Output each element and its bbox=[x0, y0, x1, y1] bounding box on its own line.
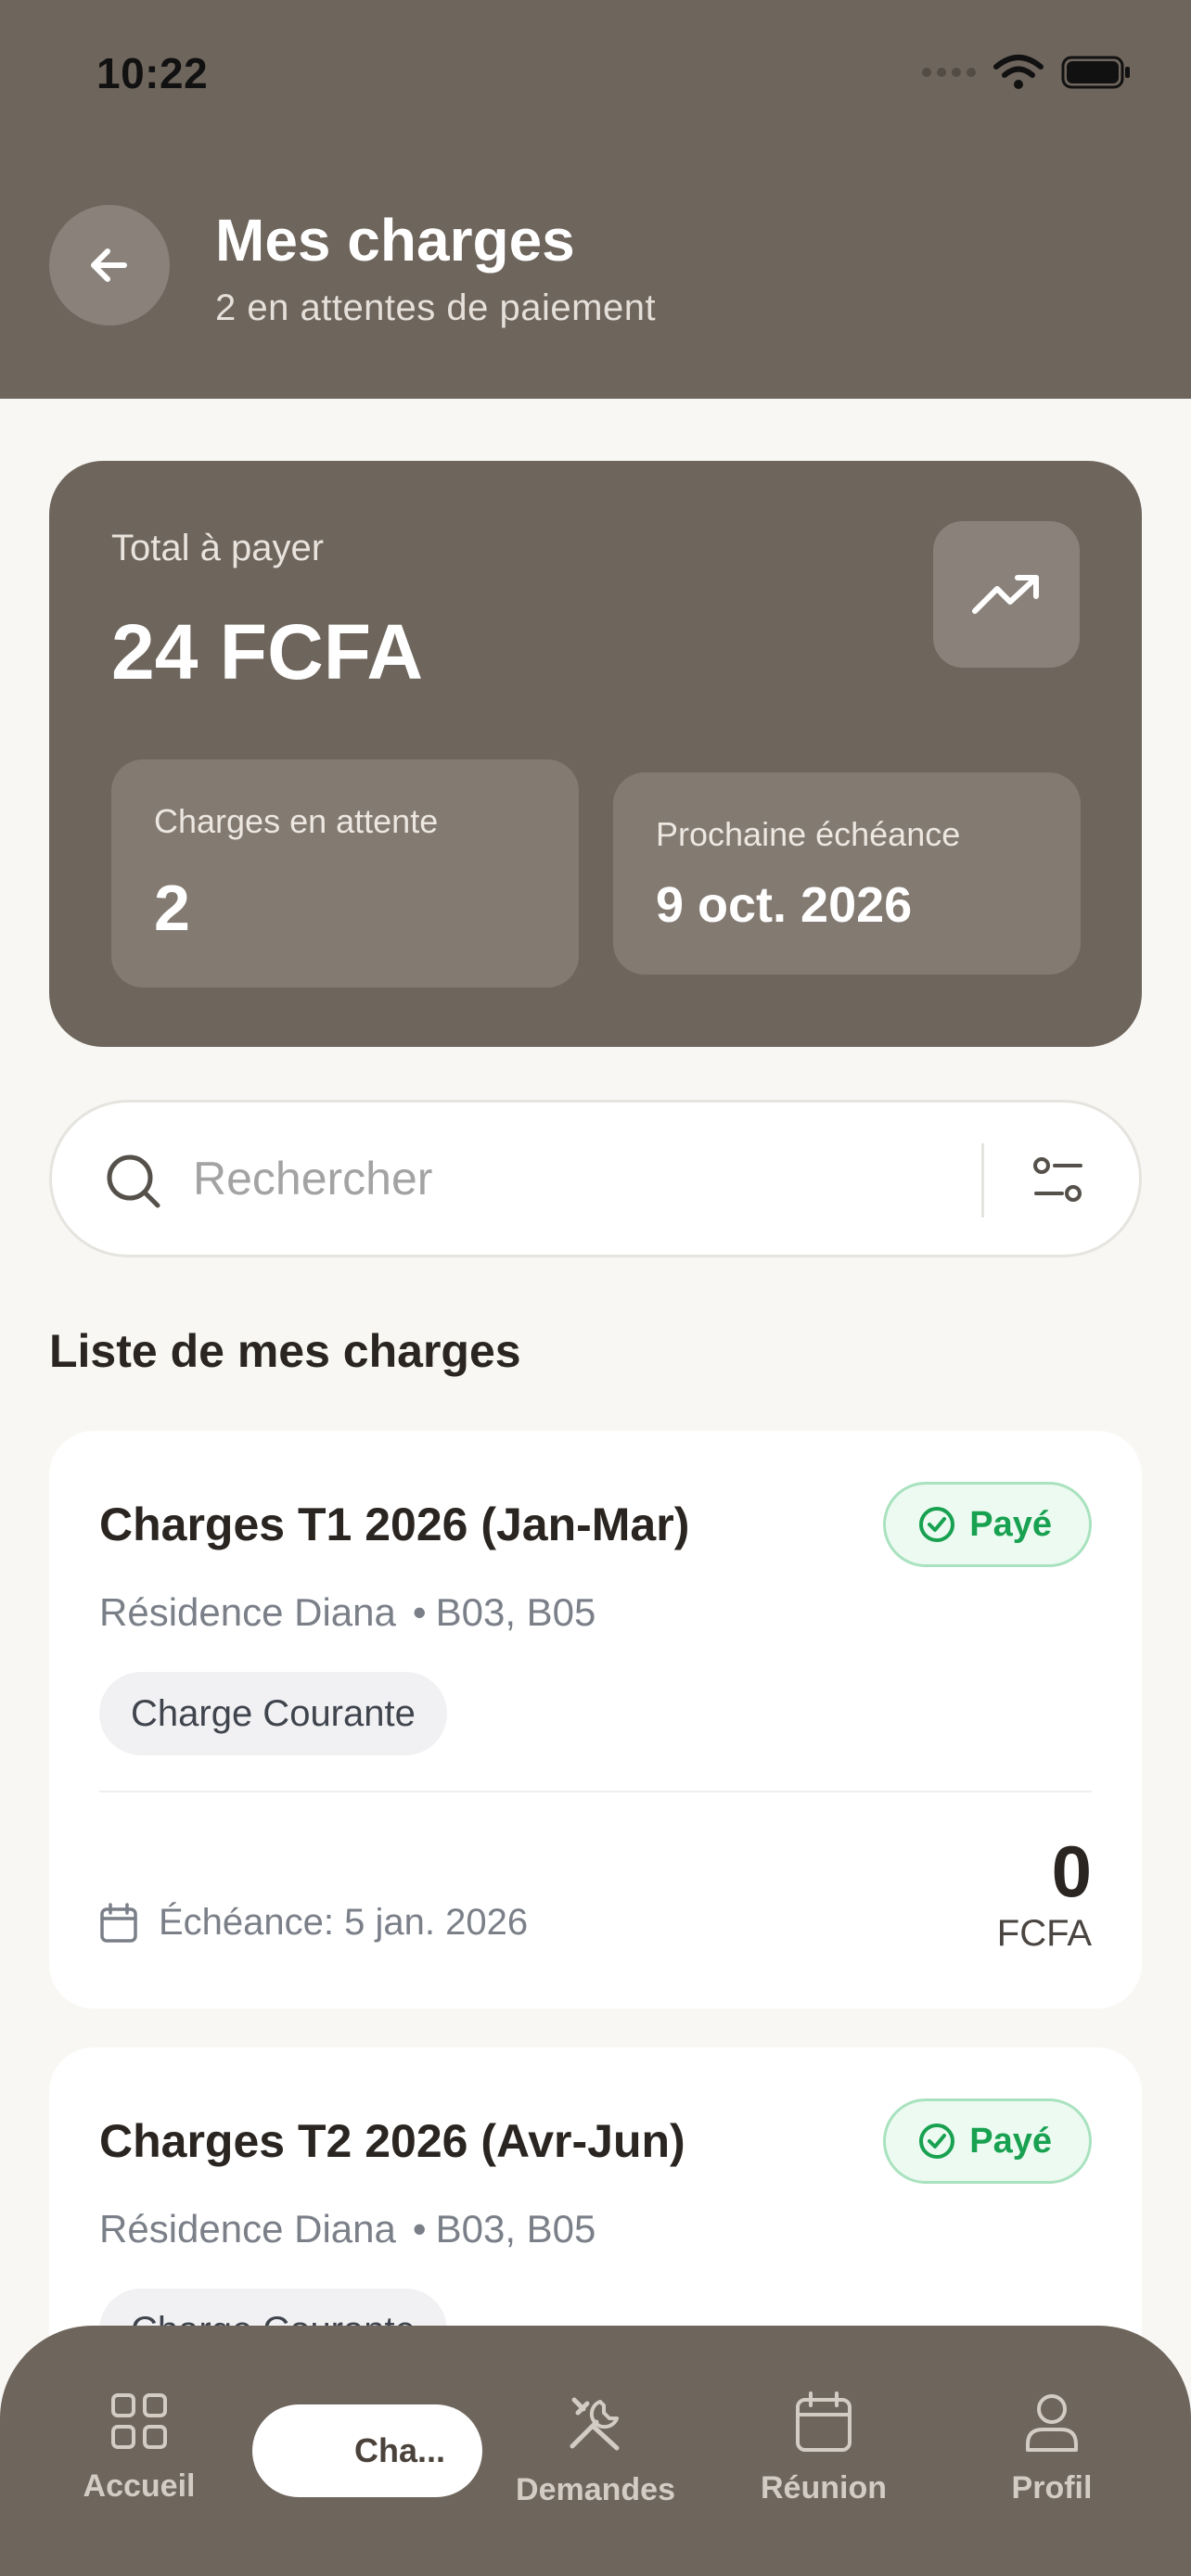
nav-item-home[interactable]: Accueil bbox=[46, 2391, 232, 2505]
total-label: Total à payer bbox=[111, 528, 325, 568]
nav-label-home: Accueil bbox=[83, 2468, 196, 2504]
filter-icon[interactable] bbox=[1031, 1153, 1086, 1208]
next-due-stat: Prochaine échéance 9 oct. 2026 bbox=[613, 772, 1081, 975]
check-circle-icon bbox=[919, 2123, 955, 2159]
residence-name: Résidence Diana bbox=[99, 2207, 396, 2251]
bottom-nav: Accueil Cha... Demandes Réunion Profil bbox=[0, 2326, 1191, 2576]
charge-type-tag: Charge Courante bbox=[99, 1672, 447, 1755]
charge-title: Charges T1 2026 (Jan-Mar) bbox=[99, 1498, 690, 1550]
charge-currency: FCFA bbox=[996, 1913, 1092, 1954]
back-button[interactable] bbox=[49, 205, 170, 325]
tools-icon bbox=[570, 2397, 620, 2451]
charge-amount: 0 bbox=[1051, 1830, 1092, 1912]
trending-up-icon bbox=[972, 575, 1039, 614]
battery-icon bbox=[1061, 56, 1130, 89]
next-due-value: 9 oct. 2026 bbox=[656, 877, 913, 933]
nav-item-profile[interactable]: Profil bbox=[959, 2391, 1145, 2506]
nav-label-charges: Cha... bbox=[353, 2431, 445, 2469]
search-divider bbox=[981, 1143, 984, 1218]
card-divider bbox=[99, 1791, 1092, 1792]
calendar-icon bbox=[100, 1902, 137, 1943]
signal-icon bbox=[922, 68, 976, 77]
status-badge: Payé bbox=[883, 2098, 1092, 2184]
nav-item-meeting[interactable]: Réunion bbox=[731, 2391, 916, 2506]
summary-card: Total à payer 24 FCFA Charges en attente… bbox=[49, 461, 1142, 1047]
nav-item-requests[interactable]: Demandes bbox=[503, 2391, 688, 2508]
app-header: 10:22 Mes charges 2 en attentes de paiem… bbox=[0, 0, 1191, 399]
nav-label-profile: Profil bbox=[1011, 2470, 1093, 2506]
status-icons bbox=[922, 54, 1132, 91]
residence-name: Résidence Diana bbox=[99, 1590, 396, 1634]
residence-units: B03, B05 bbox=[435, 1590, 596, 1634]
charge-title: Charges T2 2026 (Avr-Jun) bbox=[99, 2115, 685, 2167]
search-bar bbox=[49, 1100, 1142, 1257]
search-icon bbox=[107, 1154, 160, 1208]
residence-units: B03, B05 bbox=[435, 2207, 596, 2251]
status-badge: Payé bbox=[883, 1482, 1092, 1567]
pending-charges-stat: Charges en attente 2 bbox=[111, 759, 579, 988]
wifi-icon bbox=[993, 55, 1044, 89]
pending-label: Charges en attente bbox=[154, 802, 439, 840]
page-title: Mes charges bbox=[215, 207, 575, 274]
check-circle-icon bbox=[919, 1507, 955, 1542]
due-date: Échéance: 5 jan. 2026 bbox=[159, 1902, 529, 1943]
next-due-label: Prochaine échéance bbox=[656, 815, 961, 853]
grid-icon bbox=[111, 2393, 167, 2449]
charge-residence: Résidence Diana • B03, B05 bbox=[99, 2207, 596, 2251]
calendar-icon bbox=[796, 2391, 852, 2452]
trend-badge bbox=[933, 521, 1080, 668]
user-icon bbox=[1026, 2394, 1078, 2452]
charge-residence: Résidence Diana • B03, B05 bbox=[99, 1590, 596, 1634]
charge-card[interactable]: Charges T1 2026 (Jan-Mar) Payé Résidence… bbox=[49, 1431, 1142, 2009]
status-label: Payé bbox=[969, 2121, 1052, 2161]
status-label: Payé bbox=[969, 1504, 1052, 1544]
nav-item-charges[interactable]: Cha... bbox=[252, 2404, 482, 2497]
nav-label-requests: Demandes bbox=[516, 2472, 675, 2507]
page-subtitle: 2 en attentes de paiement bbox=[215, 287, 657, 328]
arrow-left-icon bbox=[91, 249, 127, 282]
nav-label-meeting: Réunion bbox=[761, 2470, 887, 2506]
status-time: 10:22 bbox=[96, 49, 209, 97]
total-amount: 24 FCFA bbox=[111, 608, 424, 695]
search-input[interactable] bbox=[193, 1145, 954, 1212]
pending-value: 2 bbox=[154, 872, 190, 944]
charge-due: Échéance: 5 jan. 2026 bbox=[99, 1902, 528, 1944]
section-title: Liste de mes charges bbox=[49, 1325, 521, 1377]
